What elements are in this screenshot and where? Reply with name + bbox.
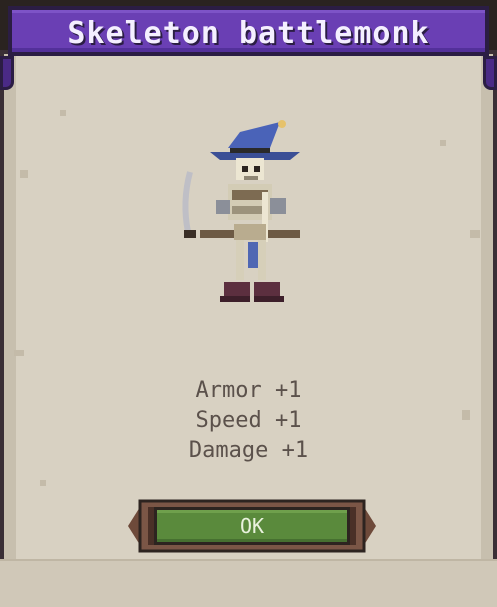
stat-list: Armor +1 Speed +1 Damage +1	[0, 376, 497, 466]
skeleton-battlemonk-icon	[182, 120, 300, 302]
ok-button[interactable]: OK	[154, 507, 350, 545]
dialog-title: Skeleton battlemonk	[67, 16, 430, 51]
bottom-ledge	[0, 559, 497, 607]
title-banner: Skeleton battlemonk	[8, 6, 489, 56]
left-banner-tab	[0, 56, 14, 90]
stat-damage: Damage +1	[188, 438, 309, 463]
stat-speed: Speed +1	[195, 408, 302, 433]
right-banner-tab	[483, 56, 497, 90]
stat-armor: Armor +1	[195, 378, 302, 403]
